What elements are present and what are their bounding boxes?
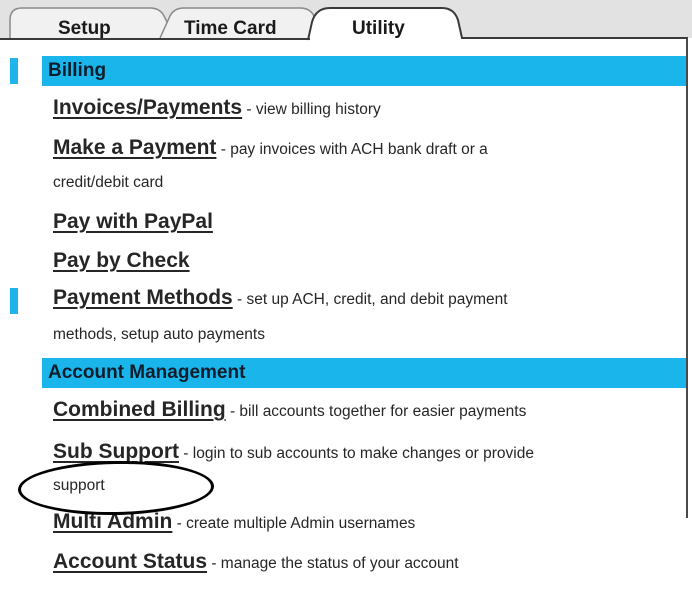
section-header-billing: Billing <box>42 56 686 86</box>
side-marker <box>10 58 18 84</box>
list-item-payment-methods: Payment Methods - set up ACH, credit, an… <box>53 286 678 310</box>
item-description: - login to sub accounts to make changes … <box>178 445 534 462</box>
item-description: - pay invoices with ACH bank draft or a <box>216 141 488 158</box>
list-item-combined-billing: Combined Billing - bill accounts togethe… <box>53 398 678 422</box>
item-description: - view billing history <box>242 101 381 118</box>
item-description-continued: methods, setup auto payments <box>53 326 265 343</box>
item-description: - manage the status of your account <box>207 555 459 572</box>
tab-time-card[interactable]: Time Card <box>184 18 277 40</box>
list-item-pay-by-check: Pay by Check <box>53 249 678 273</box>
list-item-make-a-payment: Make a Payment - pay invoices with ACH b… <box>53 136 678 160</box>
side-marker <box>10 288 18 314</box>
pay-by-check-link[interactable]: Pay by Check <box>53 249 190 272</box>
item-description-continued: credit/debit card <box>53 174 164 191</box>
pay-with-paypal-link[interactable]: Pay with PayPal <box>53 210 213 233</box>
item-description: - create multiple Admin usernames <box>172 515 416 532</box>
section-header-account-management: Account Management <box>42 358 686 388</box>
item-description: - set up ACH, credit, and debit payment <box>232 291 508 308</box>
list-item-invoices-payments: Invoices/Payments - view billing history <box>53 96 678 120</box>
payment-methods-link[interactable]: Payment Methods <box>53 286 233 309</box>
item-description: - bill accounts together for easier paym… <box>225 403 527 420</box>
menu-right-border <box>686 38 688 518</box>
make-a-payment-link[interactable]: Make a Payment <box>53 136 216 159</box>
list-item-pay-with-paypal: Pay with PayPal <box>53 210 678 234</box>
sub-support-link[interactable]: Sub Support <box>53 440 179 463</box>
list-item-account-status: Account Status - manage the status of yo… <box>53 550 678 574</box>
list-item-sub-support: Sub Support - login to sub accounts to m… <box>53 440 678 464</box>
tab-setup[interactable]: Setup <box>58 18 111 40</box>
tab-utility[interactable]: Utility <box>352 18 405 40</box>
menu-top-border-left <box>0 38 310 40</box>
combined-billing-link[interactable]: Combined Billing <box>53 398 226 421</box>
account-status-link[interactable]: Account Status <box>53 550 207 573</box>
highlight-circle <box>17 459 215 517</box>
invoices-payments-link[interactable]: Invoices/Payments <box>53 96 242 119</box>
list-item-multi-admin: Multi Admin - create multiple Admin user… <box>53 510 678 534</box>
